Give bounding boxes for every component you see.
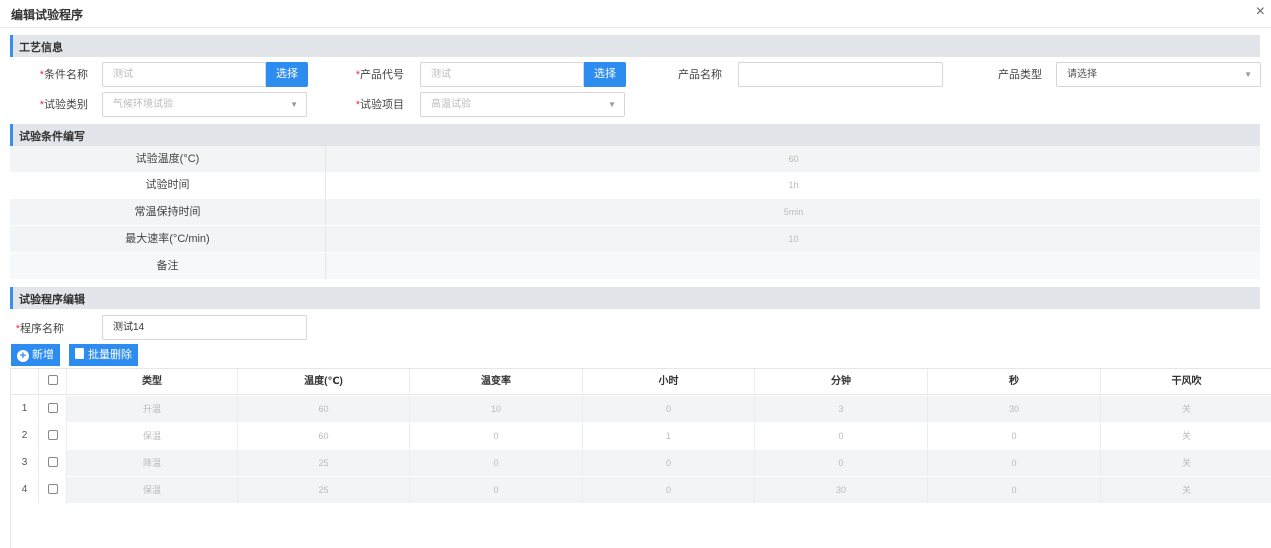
condition-key: 常温保持时间	[10, 199, 326, 225]
condition-key: 最大速率(°C/min)	[10, 226, 326, 252]
column-header: 分钟	[755, 369, 928, 395]
condition-value[interactable]: 1h	[327, 172, 1260, 198]
chevron-down-icon: ▼	[290, 100, 298, 109]
add-button[interactable]: + 新增	[11, 344, 60, 366]
condition-row: 备注	[10, 253, 1260, 279]
program-table: 类型 温度(℃) 温变率 小时 分钟 秒 干风吹 1 升温 60 10 0 3 …	[10, 368, 1271, 548]
checkbox-icon	[47, 375, 58, 385]
checkbox-icon	[47, 403, 58, 413]
section-process-info: 工艺信息	[10, 35, 1260, 57]
program-name-input[interactable]: 测试14	[102, 315, 307, 340]
section-title: 试验程序编辑	[19, 294, 85, 306]
condition-key: 试验时间	[10, 172, 326, 198]
condition-row: 试验温度(°C) 60	[10, 146, 1260, 172]
dialog-titlebar: 编辑试验程序 ×	[0, 0, 1271, 28]
close-icon[interactable]: ×	[1256, 3, 1265, 21]
column-header: 温度(℃)	[238, 369, 410, 395]
test-category-select[interactable]: 气候环境试验 ▼	[102, 92, 307, 117]
row-checkbox[interactable]	[39, 396, 67, 422]
test-item-select[interactable]: 高温试验 ▼	[420, 92, 625, 117]
condition-row: 常温保持时间 5min	[10, 199, 1260, 225]
dialog-title: 编辑试验程序	[11, 8, 84, 22]
table-row[interactable]: 2 保温 60 0 1 0 0 关	[11, 423, 1271, 449]
column-header: 干风吹	[1101, 369, 1271, 395]
row-checkbox[interactable]	[39, 450, 67, 476]
condition-value[interactable]: 10	[327, 226, 1260, 252]
trash-icon	[75, 348, 84, 359]
condition-name-input[interactable]: 测试	[102, 62, 266, 87]
checkbox-icon	[47, 484, 58, 494]
condition-value[interactable]: 5min	[327, 199, 1260, 225]
condition-value[interactable]	[327, 253, 1260, 279]
test-item-label: *试验项目	[355, 99, 404, 111]
column-header: 类型	[67, 369, 238, 395]
program-name-label: *程序名称	[15, 323, 64, 335]
condition-key: 试验温度(°C)	[10, 146, 326, 172]
chevron-down-icon: ▼	[1244, 70, 1252, 79]
row-checkbox[interactable]	[39, 477, 67, 503]
product-name-input[interactable]	[738, 62, 943, 87]
product-code-label: *产品代号	[355, 69, 404, 81]
condition-row: 最大速率(°C/min) 10	[10, 226, 1260, 252]
product-type-value: 请选择	[1067, 69, 1097, 80]
plus-circle-icon: +	[17, 350, 29, 362]
product-type-label: 产品类型	[998, 69, 1042, 81]
test-item-value: 高温试验	[431, 99, 471, 110]
product-name-label: 产品名称	[678, 69, 722, 81]
chevron-down-icon: ▼	[608, 100, 616, 109]
column-header: 温变率	[410, 369, 583, 395]
section-title: 试验条件编写	[19, 131, 85, 143]
section-test-conditions: 试验条件编写	[10, 124, 1260, 146]
product-code-input[interactable]: 测试	[420, 62, 584, 87]
product-type-select[interactable]: 请选择 ▼	[1056, 62, 1261, 87]
condition-value[interactable]: 60	[327, 146, 1260, 172]
table-header: 类型 温度(℃) 温变率 小时 分钟 秒 干风吹	[11, 369, 1271, 395]
table-row[interactable]: 4 保温 25 0 0 30 0 关	[11, 477, 1271, 503]
test-category-value: 气候环境试验	[113, 99, 173, 110]
checkbox-icon	[47, 457, 58, 467]
condition-name-label: *条件名称	[39, 69, 88, 81]
table-row[interactable]: 1 升温 60 10 0 3 30 关	[11, 396, 1271, 422]
table-row[interactable]: 3 降温 25 0 0 0 0 关	[11, 450, 1271, 476]
section-title: 工艺信息	[19, 42, 63, 54]
test-category-label: *试验类别	[39, 99, 88, 111]
checkbox-icon	[47, 430, 58, 440]
product-code-select-button[interactable]: 选择	[584, 62, 626, 87]
condition-name-select-button[interactable]: 选择	[266, 62, 308, 87]
select-all-checkbox[interactable]	[39, 369, 67, 395]
section-program-edit: 试验程序编辑	[10, 287, 1260, 309]
batch-delete-button[interactable]: 批量删除	[69, 344, 138, 366]
column-header: 秒	[928, 369, 1101, 395]
row-checkbox[interactable]	[39, 423, 67, 449]
column-header: 小时	[583, 369, 755, 395]
condition-key: 备注	[10, 253, 326, 279]
condition-row: 试验时间 1h	[10, 172, 1260, 198]
